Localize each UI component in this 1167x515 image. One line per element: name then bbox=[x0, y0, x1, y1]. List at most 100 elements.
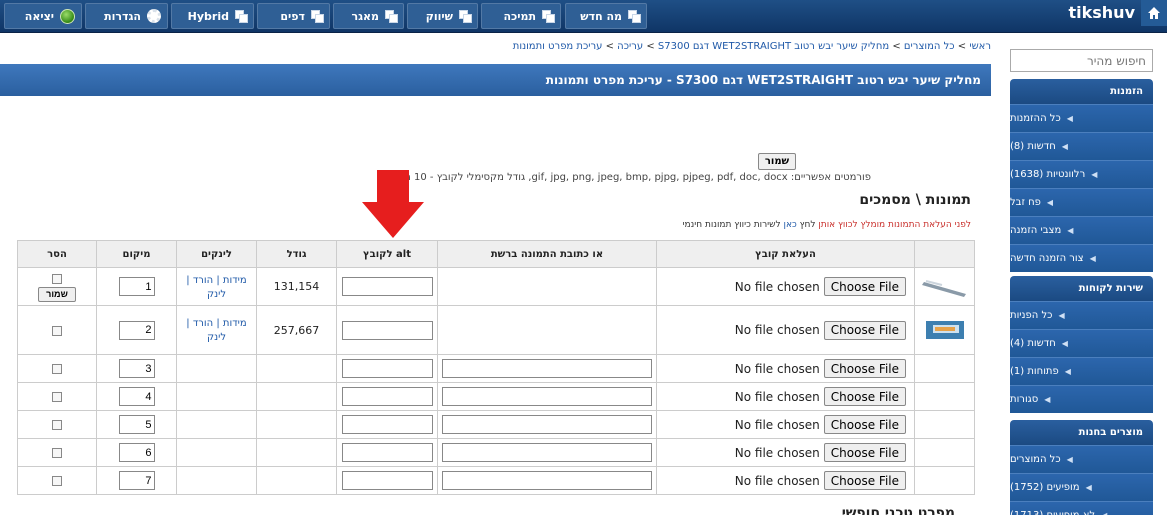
choose-file-button[interactable]: Choose File bbox=[823, 471, 906, 490]
links-cell: מידות | הורד | לינק bbox=[176, 305, 257, 355]
position-input[interactable] bbox=[118, 387, 155, 406]
product-thumbnail[interactable] bbox=[925, 318, 965, 342]
image-url-input[interactable] bbox=[442, 443, 652, 462]
image-url-input[interactable] bbox=[442, 415, 652, 434]
breadcrumb-products[interactable]: כל המוצרים bbox=[904, 41, 955, 52]
thumb-cell bbox=[914, 466, 975, 495]
position-input[interactable] bbox=[118, 359, 155, 378]
home-icon bbox=[1148, 7, 1160, 19]
chevron-left-icon: ◀ bbox=[1067, 226, 1074, 235]
topnav-label: תמיכה bbox=[503, 9, 536, 23]
sidebar-item-customers[interactable]: ◀ חדשות (4) bbox=[1010, 329, 1153, 357]
globe-icon bbox=[60, 8, 75, 24]
topnav-7[interactable]: יציאה bbox=[4, 3, 82, 29]
sidebar-item-orders[interactable]: ◀ רלוונטיות (1638) bbox=[1010, 160, 1153, 188]
sidebar-item-orders[interactable]: ◀ צור הזמנה חדשה bbox=[1010, 244, 1153, 272]
sidebar-item-orders[interactable]: ◀ פח זבל bbox=[1010, 188, 1153, 216]
remove-checkbox[interactable] bbox=[52, 392, 62, 402]
sidebar-item-customers[interactable]: ◀ סגורות bbox=[1010, 385, 1153, 413]
thumb-cell bbox=[914, 305, 975, 355]
sidebar-item-orders[interactable]: ◀ מצבי הזמנה bbox=[1010, 216, 1153, 244]
topnav-1[interactable]: תמיכה bbox=[481, 3, 561, 29]
search-input[interactable] bbox=[1010, 49, 1153, 72]
choose-file-button[interactable]: Choose File bbox=[823, 443, 906, 462]
alt-input[interactable] bbox=[341, 359, 433, 378]
upload-cell: Choose File No file chosen bbox=[656, 267, 915, 306]
position-input[interactable] bbox=[118, 443, 155, 462]
remove-checkbox[interactable] bbox=[52, 448, 62, 458]
breadcrumb-product[interactable]: מחליק שיער יבש רטוב WET2STRAIGHT דגם S73… bbox=[658, 41, 889, 52]
no-file-label: No file chosen bbox=[734, 361, 820, 376]
thumb-cell bbox=[914, 410, 975, 439]
image-url-input[interactable] bbox=[442, 471, 652, 490]
breadcrumb-sep: > bbox=[957, 41, 967, 52]
product-thumbnail[interactable] bbox=[921, 276, 968, 298]
sidebar-item-store[interactable]: ◀ מופיעים (1752) bbox=[1010, 473, 1153, 501]
topnav-4[interactable]: דפים bbox=[257, 3, 330, 29]
url-cell bbox=[437, 267, 657, 306]
sidebar-orders-title: הזמנות bbox=[1010, 79, 1153, 104]
breadcrumb-current[interactable]: עריכת מפרט ותמונות bbox=[513, 41, 603, 52]
position-input[interactable] bbox=[118, 415, 155, 434]
image-links[interactable]: מידות | הורד | לינק bbox=[186, 318, 246, 343]
alt-input[interactable] bbox=[341, 387, 433, 406]
no-file-label: No file chosen bbox=[734, 389, 820, 404]
size-cell: 131,154 bbox=[256, 267, 337, 306]
url-cell bbox=[437, 466, 657, 495]
topnav-6[interactable]: הגדרות bbox=[85, 3, 168, 29]
sidebar-item-orders[interactable]: ◀ חדשות (8) bbox=[1010, 132, 1153, 160]
breadcrumb-edit[interactable]: עריכה bbox=[617, 41, 643, 52]
remove-cell bbox=[17, 354, 97, 383]
position-input[interactable] bbox=[118, 320, 155, 340]
sidebar-item-store[interactable]: ◀ לא מופיעים (1713) bbox=[1010, 501, 1153, 515]
chevron-left-icon: ◀ bbox=[1091, 170, 1098, 179]
sidebar-item-customers[interactable]: ◀ פתוחות (1) bbox=[1010, 357, 1153, 385]
choose-file-button[interactable]: Choose File bbox=[823, 387, 906, 406]
image-links[interactable]: מידות | הורד | לינק bbox=[186, 275, 246, 300]
remove-checkbox[interactable] bbox=[52, 420, 62, 430]
sidebar-item-label: מצבי הזמנה bbox=[1010, 225, 1062, 236]
pages-icon bbox=[542, 10, 555, 23]
save-button[interactable]: שמור bbox=[758, 153, 796, 170]
col-upload: העלאת קובץ bbox=[656, 240, 915, 268]
remove-checkbox[interactable] bbox=[52, 325, 62, 336]
position-input[interactable] bbox=[118, 471, 155, 490]
home-button[interactable] bbox=[1141, 0, 1167, 26]
alt-input[interactable] bbox=[341, 443, 433, 462]
choose-file-button[interactable]: Choose File bbox=[823, 415, 906, 434]
row-save-button[interactable]: שמור bbox=[38, 286, 76, 302]
remove-checkbox[interactable] bbox=[52, 476, 62, 486]
alt-cell bbox=[336, 305, 438, 355]
compress-warning: לפני העלאת התמונות מומלץ לכווץ אותן לחץ … bbox=[683, 220, 971, 230]
topnav-0[interactable]: מה חדש bbox=[565, 3, 647, 29]
sidebar-item-store[interactable]: ◀ כל המוצרים bbox=[1010, 445, 1153, 473]
remove-checkbox[interactable] bbox=[52, 273, 62, 284]
sidebar-item-orders[interactable]: ◀ כל ההזמנות bbox=[1010, 104, 1153, 132]
compress-link[interactable]: כאן bbox=[784, 220, 797, 230]
alt-input[interactable] bbox=[341, 415, 433, 434]
topnav-5[interactable]: Hybrid bbox=[171, 3, 254, 29]
topnav-2[interactable]: שיווק bbox=[407, 3, 478, 29]
topnav-3[interactable]: מאגר bbox=[333, 3, 404, 29]
upload-cell: Choose File No file chosen bbox=[656, 410, 915, 439]
red-arrow-icon bbox=[362, 170, 424, 238]
sidebar-item-customers[interactable]: ◀ כל הפניות bbox=[1010, 301, 1153, 329]
alt-input[interactable] bbox=[341, 471, 433, 490]
alt-input[interactable] bbox=[341, 320, 433, 340]
remove-checkbox[interactable] bbox=[52, 364, 62, 374]
position-cell bbox=[96, 382, 177, 411]
image-url-input[interactable] bbox=[442, 387, 652, 406]
pages-icon bbox=[628, 10, 641, 23]
choose-file-button[interactable]: Choose File bbox=[823, 359, 906, 378]
position-input[interactable] bbox=[118, 277, 155, 296]
table-row: Choose File No file chosen 257,667 מידות | … bbox=[17, 305, 975, 355]
choose-file-button[interactable]: Choose File bbox=[823, 320, 906, 340]
remove-cell bbox=[17, 438, 97, 467]
choose-file-button[interactable]: Choose File bbox=[823, 277, 906, 296]
breadcrumb-home[interactable]: ראשי bbox=[969, 41, 991, 52]
alt-input[interactable] bbox=[341, 277, 433, 296]
gear-icon bbox=[147, 9, 161, 23]
thumb-header bbox=[914, 240, 975, 268]
image-url-input[interactable] bbox=[442, 359, 652, 378]
formats-text: פורמטים אפשריים: gif, jpg, png, jpeg, bm… bbox=[393, 172, 871, 183]
